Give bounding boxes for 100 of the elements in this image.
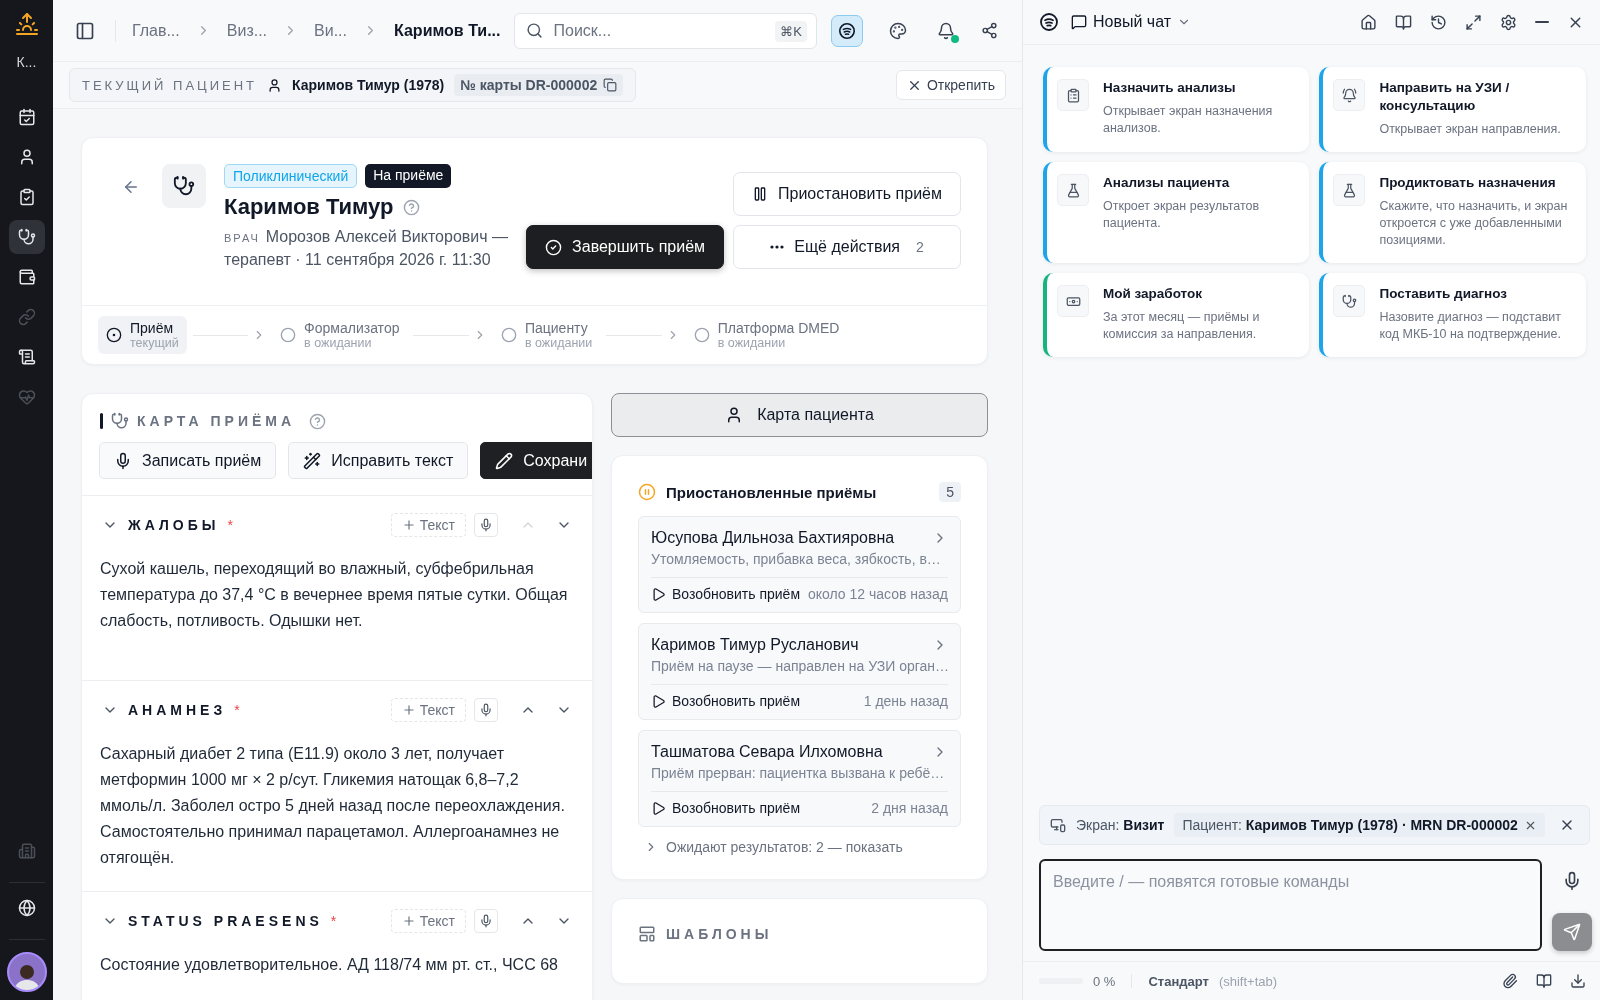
stethoscope-icon <box>111 412 129 430</box>
awaiting-results-link[interactable]: Ожидают результатов: 2 — показать <box>638 839 961 855</box>
circle-icon <box>500 327 517 343</box>
patient-name: Каримов Тимур (1978) <box>292 77 445 93</box>
patient-card-button[interactable]: Карта пациента <box>611 393 988 437</box>
workflow-step[interactable]: Приём текущий <box>98 316 187 354</box>
workflow-step[interactable]: Пациенту в ожидании <box>492 316 601 354</box>
quick-action-card[interactable]: Мой заработок За этот месяц — приёмы и комиссия за направления. <box>1043 273 1310 357</box>
resume-visit-button[interactable]: Возобновить приём <box>651 586 800 602</box>
usage-percent: 0 % <box>1093 973 1116 989</box>
required-mark: * <box>227 517 233 533</box>
devices-icon <box>1050 817 1066 833</box>
breadcrumb-link[interactable]: Каримов Ти... <box>394 21 501 40</box>
section-text: Сахарный диабет 2 типа (E11.9) около 3 лет, получает метформин 1000 мг × 2 р/сут. Гликемия натощак 6,8–7,2 ммоль/л. Заболел остро 5 дней назад после переохлаждения. Самостоятельно принимал парацетамол. Аллергоанамнез не отягощён. <box>100 744 566 868</box>
chat-selector[interactable]: Новый чат <box>1067 13 1196 31</box>
search-icon <box>526 21 544 39</box>
action-title: Назначить анализы <box>1103 79 1237 97</box>
assistant-toggle-button[interactable] <box>831 14 863 47</box>
screen-context: Экран: Визит <box>1076 817 1165 833</box>
play-icon <box>651 693 666 709</box>
microphone-icon <box>479 703 493 717</box>
radio-dot-icon <box>106 327 122 343</box>
section-text: Сухой кашель, переходящий во влажный, субфебрильная температура до 37,4 °C в вечернее время пятые сутки. Общая слабость, потливость. Одышки нет. <box>100 559 569 631</box>
send-icon <box>1562 923 1581 941</box>
breadcrumb-link[interactable]: Виз... <box>226 21 268 40</box>
quick-action-card[interactable]: Направить на УЗИ / консультацию Открывает экран направления. <box>1319 67 1586 152</box>
status-badge: На приёме <box>365 164 452 188</box>
resume-visit-button[interactable]: Возобновить приём <box>651 693 800 709</box>
breadcrumb-link[interactable]: Глав... <box>131 21 180 40</box>
check-circle-icon <box>545 238 563 256</box>
bell-icon <box>937 21 955 40</box>
bell-icon <box>1333 79 1366 111</box>
patient-name: Каримов Тимур <box>224 194 394 220</box>
workflow-step[interactable]: Формализатор в ожидании <box>272 316 408 354</box>
add-text-button[interactable]: Текст <box>390 513 466 537</box>
action-description: Назовите диагноз — подставит код МКБ-10 на подтверждение. <box>1379 309 1563 343</box>
quick-action-card[interactable]: Назначить анализы Открывает экран назначения анализов. <box>1043 67 1310 152</box>
card-title: ШАБЛОНЫ <box>666 926 773 942</box>
visit-note: Утомляемость, прибавка веса, зябкость, в… <box>651 551 948 578</box>
dictate-button[interactable] <box>474 513 498 537</box>
magic-wand-icon <box>303 451 322 470</box>
action-description: Скажите, что назначить, и экран откроется с уже добавленными позициями. <box>1379 198 1569 249</box>
download-icon <box>1569 973 1586 989</box>
breadcrumb-link[interactable]: Ви... <box>314 21 347 40</box>
help-icon <box>309 412 327 430</box>
heart-pulse-icon <box>17 388 36 406</box>
help-icon <box>403 198 421 216</box>
banknote-icon <box>1057 285 1089 317</box>
chat-input-field[interactable]: Введите / — появятся готовые команды <box>1039 859 1542 951</box>
user-avatar[interactable] <box>6 952 47 992</box>
dictate-button[interactable] <box>474 909 498 933</box>
save-button[interactable]: Сохрани <box>480 442 592 479</box>
plus-icon <box>401 914 416 928</box>
minus-icon <box>1534 21 1549 23</box>
flask-icon <box>1057 174 1089 206</box>
time-ago: 1 день назад <box>863 693 948 709</box>
pause-visit-button[interactable]: Приостановить приём <box>733 172 961 216</box>
send-button[interactable] <box>1551 913 1592 951</box>
copy-icon <box>603 78 618 92</box>
resume-visit-button[interactable]: Возобновить приём <box>651 800 800 816</box>
paused-visit-item[interactable]: Юсупова Дильноза Бахтияровна Утомляемость, прибавка веса, зябкость, в… Возобновить приём около 12 часов назад <box>638 516 961 613</box>
quick-action-card[interactable]: Продиктовать назначения Скажите, что назначить, и экран откроется с уже добавленными позициями. <box>1319 162 1586 263</box>
finish-visit-button[interactable]: Завершить приём <box>526 225 725 269</box>
microphone-icon <box>479 914 493 928</box>
plus-icon <box>401 518 416 532</box>
fix-button[interactable]: Исправить текст <box>288 442 469 479</box>
action-title: Мой заработок <box>1103 285 1204 303</box>
visit-note: Приём на паузе — направлен на УЗИ орган… <box>651 658 948 685</box>
mode-label[interactable]: Стандарт <box>1148 973 1209 989</box>
action-title: Продиктовать назначения <box>1379 174 1557 192</box>
building-icon <box>17 842 36 860</box>
action-description: Открывает экран назначения анализов. <box>1103 103 1274 137</box>
stethoscope-icon <box>162 164 206 208</box>
stethoscope-nav-button[interactable] <box>8 220 45 254</box>
paused-visit-item[interactable]: Ташматова Севара Илхомовна Приём прерван: пациентка вызвана к ребё… Возобновить приём 2 дня назад <box>638 730 961 827</box>
dictate-button[interactable] <box>474 698 498 722</box>
pause-icon <box>638 483 656 501</box>
quick-action-card[interactable]: Анализы пациента Откроет экран результатов пациента. <box>1043 162 1310 263</box>
add-text-button[interactable]: Текст <box>390 698 466 722</box>
section-title: АНАМНЕЗ <box>128 702 227 718</box>
brand-label: К... <box>16 54 37 70</box>
more-actions-button[interactable]: Ещё действия 2 <box>733 225 961 269</box>
pencil-icon <box>495 451 514 470</box>
unpin-button[interactable]: Открепить <box>895 70 1006 100</box>
doctor-info: ВРАЧ Морозов Алексей Викторович — терапевт · 11 сентября 2026 г. 11:30 <box>224 227 509 270</box>
circle-icon <box>280 327 297 343</box>
add-text-button[interactable]: Текст <box>390 909 466 933</box>
record-button[interactable]: Записать приём <box>99 442 277 479</box>
shortcut-hint: ⌘K <box>775 20 807 42</box>
quick-action-card[interactable]: Поставить диагноз Назовите диагноз — подставит код МКБ-10 на подтверждение. <box>1319 273 1586 357</box>
book-icon <box>1535 973 1552 989</box>
required-mark: * <box>330 913 337 929</box>
user-icon <box>267 77 283 93</box>
action-title: Анализы пациента <box>1103 174 1231 192</box>
paused-visit-item[interactable]: Каримов Тимур Русланович Приём на паузе — направлен на УЗИ орган… Возобновить приём 1 день назад <box>638 623 961 720</box>
palette-icon <box>889 21 907 40</box>
workflow-step[interactable]: Платформа DMED в ожидании <box>685 316 848 354</box>
wallet-icon <box>17 268 36 286</box>
stethoscope-icon <box>17 228 36 246</box>
required-mark: * <box>234 702 240 718</box>
